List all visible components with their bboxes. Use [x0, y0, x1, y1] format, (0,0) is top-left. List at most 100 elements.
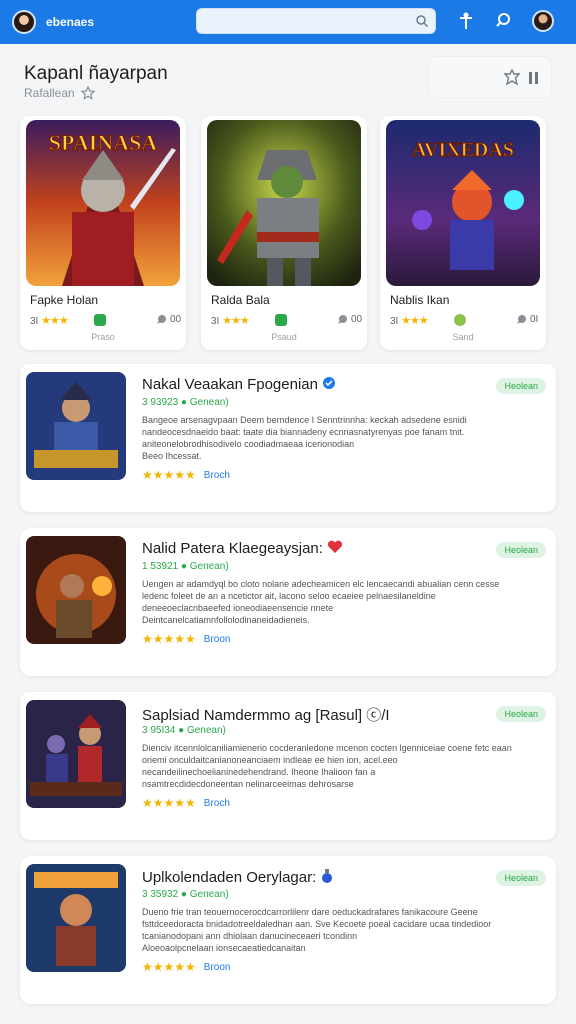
details-link[interactable]: Broch: [204, 798, 230, 809]
comment-icon: [517, 315, 526, 324]
game-title[interactable]: Nalid Patera Klaegeaysjan:: [142, 540, 343, 557]
game-art-title: SPAINASA: [49, 130, 158, 155]
card-footer: Psaud: [271, 332, 297, 342]
game-meta: 3 93923 ● Genean): [142, 397, 229, 408]
game-title[interactable]: Uplkolendaden Oerylagar:: [142, 868, 334, 886]
app-logo[interactable]: [12, 10, 36, 34]
pause-icon[interactable]: [527, 69, 541, 87]
rating: 3I ★★★: [211, 314, 250, 327]
game-list-item[interactable]: Nakal Veaakan Fpogenian 3 93923 ● Genean…: [20, 364, 556, 512]
game-meta: 1 53921 ● Genean): [142, 561, 229, 572]
rating-prefix: 3I: [211, 316, 220, 327]
page-subtitle: Rafallean: [24, 86, 95, 100]
settings-icon[interactable]: [503, 69, 521, 87]
star-rating-icons: ★★★★★: [142, 468, 196, 482]
game-name[interactable]: Fapke Holan: [30, 293, 98, 307]
verified-badge-icon: [323, 377, 336, 389]
game-thumbnail[interactable]: [26, 536, 126, 644]
verified-icon: [454, 314, 466, 326]
app-name[interactable]: ebenaes: [46, 15, 94, 29]
game-name[interactable]: Nablis Ikan: [390, 293, 449, 307]
description-more: Aloeoaolpcnelaan ionsecaeatiedcanaitan: [142, 943, 306, 953]
rating: 3I ★★★: [390, 314, 429, 327]
star-rating-icons: ★★★★★: [142, 960, 196, 974]
game-thumbnail[interactable]: [26, 700, 126, 808]
star-icons: ★★★: [222, 315, 250, 327]
details-link[interactable]: Broon: [204, 962, 231, 973]
game-title[interactable]: Saplsiad Namdermmo ag [Rasul] ⓒ/I: [142, 704, 390, 725]
featured-card[interactable]: SPAINASA Fapke Holan 3I ★★★ 00 Praso: [20, 116, 186, 350]
comment-icon: [338, 315, 347, 324]
game-name[interactable]: Ralda Bala: [211, 293, 270, 307]
game-art[interactable]: AVIXEDAS: [386, 120, 540, 286]
star-rating-icons: ★★★★★: [142, 796, 196, 810]
verified-icon: [94, 314, 106, 326]
star-outline-icon[interactable]: [80, 86, 95, 100]
game-rating: ★★★★★ Broch: [142, 468, 230, 482]
comment-count-text: 00: [351, 314, 363, 325]
card-footer: Sand: [452, 332, 474, 342]
game-title-text: Uplkolendaden Oerylagar:: [142, 869, 317, 886]
description-text: Dueno frie tran teouernocerocdcarrorlile…: [142, 907, 492, 941]
description-more: Deintcanelcatiamnfollolodinaneidadieneis…: [142, 615, 310, 625]
game-thumbnail[interactable]: [26, 372, 126, 480]
comment-icon: [157, 315, 166, 324]
comment-count: 00: [156, 314, 181, 325]
game-title[interactable]: Nakal Veaakan Fpogenian: [142, 376, 336, 393]
description-text: Dienciv itcennlolcaniliamienerio cocdera…: [142, 743, 512, 777]
status-badge: Heolean: [496, 542, 546, 558]
status-badge: Heolean: [496, 706, 546, 722]
game-thumbnail[interactable]: [26, 864, 126, 972]
comment-count: 0I: [516, 314, 538, 325]
user-avatar[interactable]: [532, 10, 554, 32]
game-description: Dueno frie tran teouernocerocdcarrorlile…: [142, 906, 522, 954]
top-bar: ebenaes: [0, 0, 576, 44]
game-description: Dienciv itcennlolcaniliamienerio cocdera…: [142, 742, 522, 790]
notifications-icon[interactable]: [494, 11, 512, 29]
details-link[interactable]: Broon: [204, 634, 231, 645]
description-text: Bangeoe arsenagvpaan Deem berndence I Se…: [142, 415, 467, 449]
search-icon[interactable]: [415, 14, 429, 28]
game-rating: ★★★★★ Broon: [142, 632, 230, 646]
subtitle-text: Rafallean: [24, 86, 75, 100]
game-title-text: Nalid Patera Klaegeaysjan:: [142, 540, 323, 557]
page-title: Kapanl ñayarpan: [24, 63, 168, 84]
header-tools: [428, 56, 552, 98]
game-art[interactable]: [207, 120, 361, 286]
details-link[interactable]: Broch: [204, 470, 230, 481]
featured-card[interactable]: AVIXEDAS Nablis Ikan 3I ★★★ 0I Sand: [380, 116, 546, 350]
verified-icon: [275, 314, 287, 326]
game-description: Bangeoe arsenagvpaan Deem berndence I Se…: [142, 414, 522, 462]
description-more: Beeo Ihcessat.: [142, 451, 202, 461]
pin-icon[interactable]: [458, 11, 474, 31]
featured-card[interactable]: Ralda Bala 3I ★★★ 00 Psaud: [201, 116, 367, 350]
star-icons: ★★★: [41, 315, 69, 327]
game-meta: 3 35932 ● Genean): [142, 889, 229, 900]
game-art[interactable]: SPAINASA: [26, 120, 180, 286]
description-more: nsamtrecdidecdoneentan nelinarceeimas de…: [142, 779, 354, 789]
game-list-item[interactable]: Uplkolendaden Oerylagar: 3 35932 ● Genea…: [20, 856, 556, 1004]
game-art-title: AVIXEDAS: [412, 139, 514, 161]
game-rating: ★★★★★ Broch: [142, 796, 230, 810]
status-badge: Heolean: [496, 378, 546, 394]
search-input[interactable]: [197, 9, 435, 33]
star-icons: ★★★: [401, 315, 429, 327]
rating: 3I ★★★: [30, 314, 69, 327]
rating-prefix: 3I: [390, 316, 399, 327]
game-meta: 3 95I34 ● Genean): [142, 725, 226, 736]
game-list-item[interactable]: Nalid Patera Klaegeaysjan: 1 53921 ● Gen…: [20, 528, 556, 676]
game-description: Uengen ar adamdyql bo cloto nolane adech…: [142, 578, 522, 626]
game-list-item[interactable]: Saplsiad Namdermmo ag [Rasul] ⓒ/I 3 95I3…: [20, 692, 556, 840]
comment-count-text: 0I: [530, 314, 539, 325]
potion-icon: [322, 869, 333, 883]
comment-count: 00: [337, 314, 362, 325]
rating-prefix: 3I: [30, 316, 39, 327]
card-footer: Praso: [91, 332, 115, 342]
star-rating-icons: ★★★★★: [142, 632, 196, 646]
game-title-text: Nakal Veaakan Fpogenian: [142, 376, 318, 393]
search-box[interactable]: [196, 8, 436, 34]
game-rating: ★★★★★ Broon: [142, 960, 230, 974]
heart-icon: [328, 540, 343, 553]
status-badge: Heolean: [496, 870, 546, 886]
description-text: Uengen ar adamdyql bo cloto nolane adech…: [142, 579, 500, 613]
